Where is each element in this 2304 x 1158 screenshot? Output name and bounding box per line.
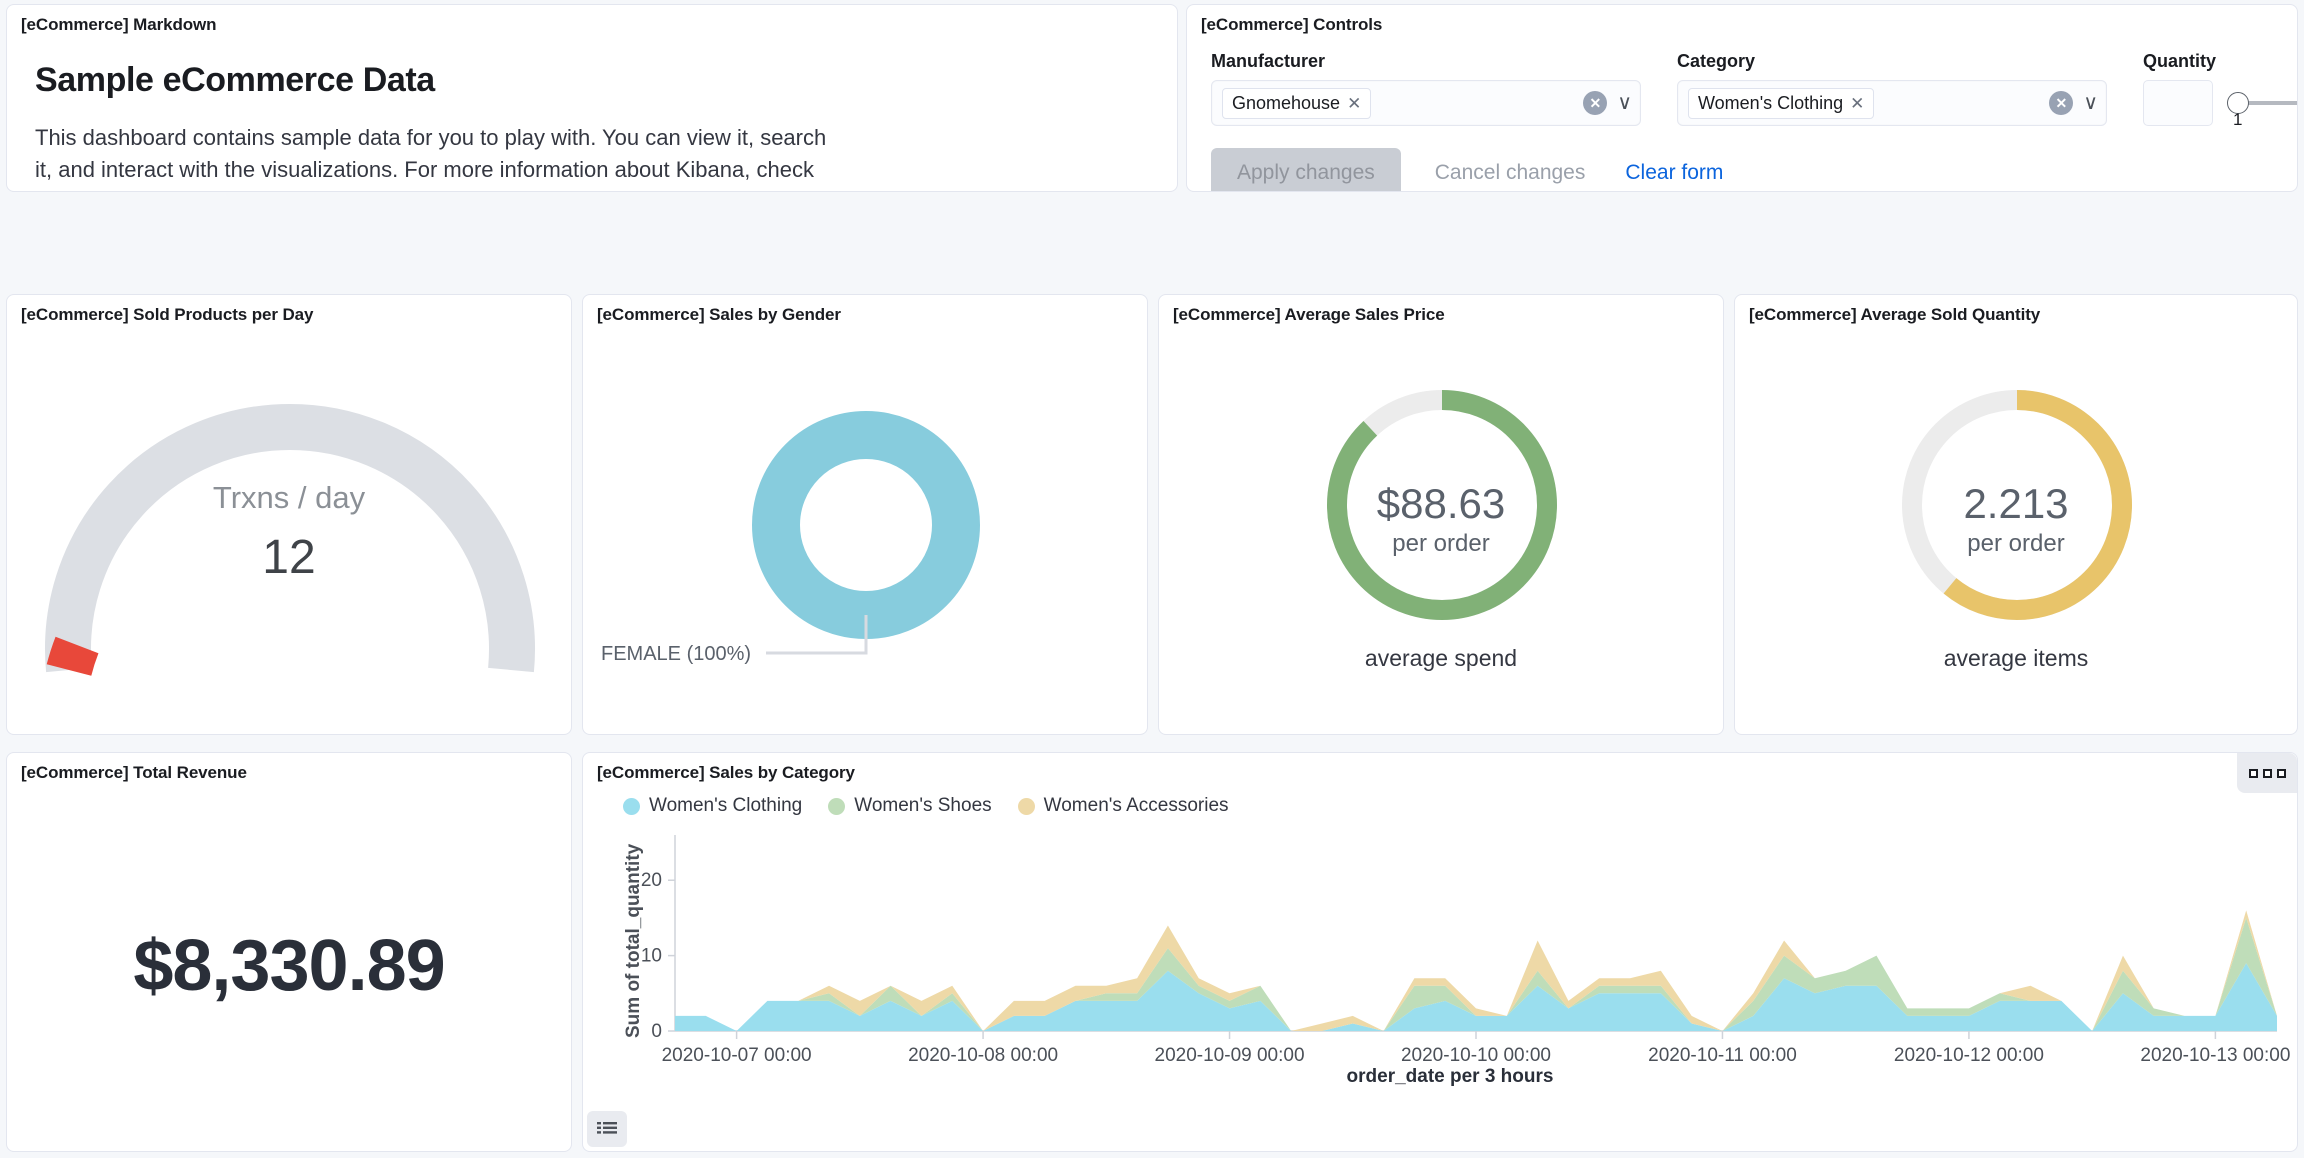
dashboard-root: [eCommerce] Markdown Sample eCommerce Da… [0, 0, 2304, 1158]
panel-markdown-title: [eCommerce] Markdown [7, 5, 1177, 35]
category-selected-label: Women's Clothing [1698, 93, 1843, 114]
legend-swatch-icon [1018, 798, 1035, 815]
clear-icon[interactable]: ✕ [2049, 91, 2073, 115]
docs-link[interactable]: docs [73, 189, 119, 192]
clear-icon[interactable]: ✕ [1583, 91, 1607, 115]
cancel-changes-button[interactable]: Cancel changes [1429, 160, 1592, 186]
x-tick-label: 2020-10-13 00:00 [2140, 1045, 2290, 1066]
chevron-down-icon[interactable]: ∨ [1617, 93, 1632, 113]
markdown-text-pre: This dashboard contains sample data for … [35, 125, 826, 192]
total-revenue-value: $8,330.89 [7, 925, 571, 1007]
panel-average-sales-price-title: [eCommerce] Average Sales Price [1159, 295, 1723, 325]
gauge-center-label: Trxns / day [7, 480, 571, 516]
ring-average-sales-price: $88.63 per order average spend [1159, 325, 1723, 732]
ring-value: 2.213 [1735, 480, 2297, 528]
controls-row: Manufacturer Gnomehouse ✕ ✕ ∨ Category W… [1187, 35, 2297, 126]
panel-sales-by-gender: [eCommerce] Sales by Gender FEMALE (100%… [582, 294, 1148, 735]
slider-min-tick: 1 [2233, 110, 2242, 130]
y-axis-title: Sum of total_quantity [623, 844, 645, 1038]
control-quantity: Quantity 1 4 [2143, 51, 2298, 126]
legend-label: Women's Clothing [649, 795, 802, 817]
control-manufacturer: Manufacturer Gnomehouse ✕ ✕ ∨ [1211, 51, 1641, 126]
panel-average-sold-quantity-title: [eCommerce] Average Sold Quantity [1735, 295, 2297, 325]
panel-sales-by-category: [eCommerce] Sales by Category Women's Cl… [582, 752, 2298, 1152]
gauge-value-arc [69, 645, 77, 670]
panel-controls-title: [eCommerce] Controls [1187, 5, 2297, 35]
quantity-label: Quantity [2143, 51, 2298, 72]
legend-swatch-icon [623, 798, 640, 815]
legend-item-1[interactable]: Women's Shoes [828, 795, 991, 817]
panel-sales-by-category-title: [eCommerce] Sales by Category [583, 753, 2297, 783]
manufacturer-selected-label: Gnomehouse [1232, 93, 1340, 114]
panel-total-revenue-title: [eCommerce] Total Revenue [7, 753, 571, 783]
manufacturer-combobox[interactable]: Gnomehouse ✕ ✕ ∨ [1211, 80, 1641, 126]
ring-sub-label: per order [1735, 530, 2297, 558]
donut-slice-label: FEMALE (100%) [601, 643, 751, 666]
chevron-down-icon[interactable]: ∨ [2083, 93, 2098, 113]
ring-average-sold-quantity: 2.213 per order average items [1735, 325, 2297, 732]
x-tick-label: 2020-10-10 00:00 [1401, 1045, 1551, 1066]
x-tick-label: 2020-10-11 00:00 [1648, 1045, 1797, 1066]
apply-changes-button[interactable]: Apply changes [1211, 148, 1401, 192]
gauge-sold-products: Trxns / day 12 [7, 325, 571, 732]
donut-slice-female[interactable] [776, 435, 956, 615]
metric-total-revenue: $8,330.89 [7, 783, 571, 1149]
panel-markdown: [eCommerce] Markdown Sample eCommerce Da… [6, 4, 1178, 192]
ring-caption: average items [1735, 645, 2297, 672]
ring-value: $88.63 [1159, 480, 1723, 528]
x-tick-label: 2020-10-08 00:00 [908, 1045, 1058, 1066]
markdown-paragraph: This dashboard contains sample data for … [35, 122, 835, 192]
quantity-min-input[interactable] [2143, 80, 2213, 126]
markdown-heading: Sample eCommerce Data [35, 61, 1149, 100]
remove-icon[interactable]: ✕ [1347, 95, 1361, 112]
ring-sub-label: per order [1159, 530, 1723, 558]
x-tick-label: 2020-10-07 00:00 [662, 1045, 812, 1066]
list-icon [597, 1121, 617, 1137]
legend-item-2[interactable]: Women's Accessories [1018, 795, 1229, 817]
markdown-body: Sample eCommerce Data This dashboard con… [7, 35, 1177, 192]
controls-actions: Apply changes Cancel changes Clear form [1187, 126, 2297, 192]
ellipsis-icon [2249, 769, 2286, 778]
legend-toggle-button[interactable] [587, 1111, 627, 1147]
legend-swatch-icon [828, 798, 845, 815]
gauge-center-value: 12 [7, 530, 571, 585]
legend-item-0[interactable]: Women's Clothing [623, 795, 802, 817]
quantity-range-control: 1 4 [2143, 80, 2298, 126]
svg-text:0: 0 [651, 1021, 662, 1042]
panel-sold-products-title: [eCommerce] Sold Products per Day [7, 295, 571, 325]
category-label: Category [1677, 51, 2107, 72]
donut-sales-by-gender: FEMALE (100%) [583, 325, 1147, 732]
manufacturer-selected-pill[interactable]: Gnomehouse ✕ [1222, 88, 1371, 119]
gauge-arc-svg [7, 325, 572, 725]
remove-icon[interactable]: ✕ [1850, 95, 1864, 112]
x-tick-label: 2020-10-09 00:00 [1155, 1045, 1305, 1066]
area-chart-svg: 010202020-10-07 00:002020-10-08 00:00202… [605, 823, 2295, 1083]
ring-caption: average spend [1159, 645, 1723, 672]
x-tick-label: 2020-10-12 00:00 [1894, 1045, 2044, 1066]
chart-legend: Women's Clothing Women's Shoes Women's A… [583, 783, 2297, 817]
area-chart[interactable]: Sum of total_quantity 010202020-10-07 00… [605, 823, 2295, 1103]
panel-controls: [eCommerce] Controls Manufacturer Gnomeh… [1186, 4, 2298, 192]
manufacturer-label: Manufacturer [1211, 51, 1641, 72]
control-category: Category Women's Clothing ✕ ✕ ∨ [1677, 51, 2107, 126]
panel-total-revenue: [eCommerce] Total Revenue $8,330.89 [6, 752, 572, 1152]
legend-label: Women's Accessories [1044, 795, 1229, 817]
legend-label: Women's Shoes [854, 795, 991, 817]
category-selected-pill[interactable]: Women's Clothing ✕ [1688, 88, 1874, 119]
panel-average-sales-price: [eCommerce] Average Sales Price $88.63 p… [1158, 294, 1724, 735]
panel-sales-by-gender-title: [eCommerce] Sales by Gender [583, 295, 1147, 325]
clear-form-button[interactable]: Clear form [1619, 160, 1729, 186]
panel-average-sold-quantity: [eCommerce] Average Sold Quantity 2.213 … [1734, 294, 2298, 735]
panel-sold-products-per-day: [eCommerce] Sold Products per Day Trxns … [6, 294, 572, 735]
x-axis-title: order_date per 3 hours [605, 1066, 2295, 1088]
markdown-text-post: . [119, 189, 125, 192]
quantity-dual-slider[interactable]: 1 4 [2227, 80, 2298, 126]
panel-options-button[interactable] [2237, 753, 2297, 793]
category-combobox[interactable]: Women's Clothing ✕ ✕ ∨ [1677, 80, 2107, 126]
